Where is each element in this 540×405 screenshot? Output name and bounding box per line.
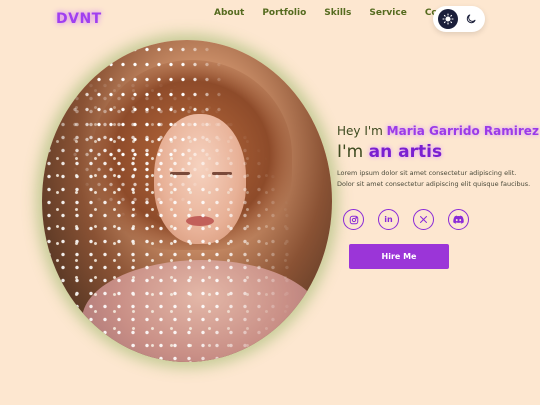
discord-icon[interactable] <box>448 209 469 230</box>
linkedin-icon[interactable]: in <box>378 209 399 230</box>
sun-icon <box>441 13 454 25</box>
hire-me-button[interactable]: Hire Me <box>349 244 449 269</box>
nav-service[interactable]: Service <box>369 8 406 18</box>
social-links: in <box>343 209 469 230</box>
nav-portfolio[interactable]: Portfolio <box>262 8 306 18</box>
light-mode-button[interactable] <box>437 9 458 29</box>
role-heading: I'm an artis <box>337 142 443 162</box>
nav-about[interactable]: About <box>214 8 244 18</box>
moon-icon <box>466 14 475 24</box>
greeting: Hey I'm Maria Garrido Ramirez <box>337 124 539 138</box>
hero-text: Hey I'm Maria Garrido Ramirez I'm an art… <box>337 124 539 189</box>
hero-name: Maria Garrido Ramirez <box>386 124 539 138</box>
role-highlight: an artis <box>368 142 443 162</box>
x-icon[interactable] <box>413 209 434 230</box>
site-logo[interactable]: DVNT <box>56 11 102 27</box>
hero-description: Lorem ipsum dolor sit amet consectetur a… <box>337 169 531 188</box>
hero-portrait-image <box>42 40 332 362</box>
instagram-icon[interactable] <box>343 209 364 230</box>
theme-toggle[interactable] <box>433 6 485 32</box>
dark-mode-button[interactable] <box>461 9 481 29</box>
nav-skills[interactable]: Skills <box>324 8 351 18</box>
